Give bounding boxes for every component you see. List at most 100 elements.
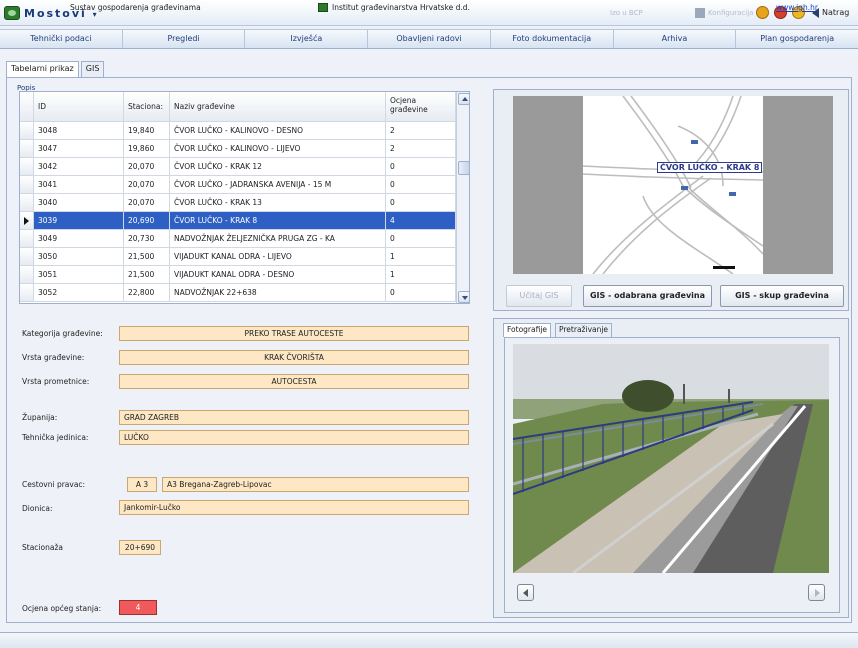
table-cell-stacionaza[interactable]: 22,800 xyxy=(124,284,170,302)
table-cell-id[interactable]: 3051 xyxy=(34,266,124,284)
table-cell-ocjena[interactable]: 1 xyxy=(386,248,456,266)
arrow-right-icon xyxy=(815,589,820,597)
tab-pretrazivanje[interactable]: Pretraživanje xyxy=(555,323,613,337)
tehnicka-jedinica-label: Tehnička jedinica: xyxy=(22,433,89,442)
table-cell-stacionaza[interactable]: 20,730 xyxy=(124,230,170,248)
scroll-up-button[interactable] xyxy=(458,93,469,105)
gis-skup-button[interactable]: GIS - skup građevina xyxy=(720,285,844,307)
table-cell-naziv[interactable]: ČVOR LUČKO - JADRANSKA AVENIJA - 15 M xyxy=(170,176,386,194)
row-selector[interactable] xyxy=(20,176,34,194)
row-selector[interactable] xyxy=(20,212,34,230)
table-cell-naziv[interactable]: ČVOR LUČKO - KRAK 8 xyxy=(170,212,386,230)
map-selected-label: ČVOR LUČKO - KRAK 8 xyxy=(657,162,763,173)
table-cell-id[interactable]: 3039 xyxy=(34,212,124,230)
tab-tabelarni-prikaz[interactable]: Tabelarni prikaz xyxy=(6,61,79,77)
table-cell-naziv[interactable]: ČVOR LUČKO - KALINOVO - LIJEVO xyxy=(170,140,386,158)
zupanija-label: Županija: xyxy=(22,413,58,422)
row-selector[interactable] xyxy=(20,248,34,266)
menu-plan-gospodarenja[interactable]: Plan gospodarenja xyxy=(736,30,858,48)
help-icon[interactable] xyxy=(756,6,769,19)
row-selector[interactable] xyxy=(20,194,34,212)
bridge-photo xyxy=(513,344,829,573)
table-cell-ocjena[interactable]: 2 xyxy=(386,122,456,140)
view-tabs: Tabelarni prikaz GIS xyxy=(6,61,106,77)
table-cell-naziv[interactable]: NADVOŽNJAK ŽELJEZNIČKA PRUGA ZG - KA xyxy=(170,230,386,248)
igh-website-link[interactable]: www.igh.hr xyxy=(776,3,818,12)
menu-arhiva[interactable]: Arhiva xyxy=(614,30,737,48)
row-selector[interactable] xyxy=(20,284,34,302)
column-header-ocjena[interactable]: Ocjena građevine xyxy=(386,92,456,122)
table-cell-ocjena[interactable]: 0 xyxy=(386,158,456,176)
table-cell-naziv[interactable]: NADVOŽNJAK 22+638 xyxy=(170,284,386,302)
configuration-button[interactable]: Konfiguracija xyxy=(708,9,753,17)
menu-obavljeni-radovi[interactable]: Obavljeni radovi xyxy=(368,30,491,48)
table-cell-ocjena[interactable]: 0 xyxy=(386,284,456,302)
table-cell-id[interactable]: 3042 xyxy=(34,158,124,176)
table-cell-id[interactable]: 3047 xyxy=(34,140,124,158)
column-header-naziv[interactable]: Naziv građevine xyxy=(170,92,386,122)
table-cell-naziv[interactable]: ČVOR LUČKO - KALINOVO - DESNO xyxy=(170,122,386,140)
table-cell-stacionaza[interactable]: 20,070 xyxy=(124,158,170,176)
table-cell-naziv[interactable]: ČVOR LUČKO - KRAK 13 xyxy=(170,194,386,212)
table-cell-naziv[interactable]: VIJADUKT KANAL ODRA - LIJEVO xyxy=(170,248,386,266)
back-button[interactable]: Natrag xyxy=(822,8,849,17)
row-selector[interactable] xyxy=(20,266,34,284)
menu-izvjesca[interactable]: Izvješća xyxy=(245,30,369,48)
table-cell-stacionaza[interactable]: 20,690 xyxy=(124,212,170,230)
previous-photo-button[interactable] xyxy=(517,584,534,601)
tab-gis[interactable]: GIS xyxy=(80,61,105,77)
table-cell-naziv[interactable]: VIJADUKT KANAL ODRA - DESNO xyxy=(170,266,386,284)
settings-icon xyxy=(695,8,705,18)
table-cell-id[interactable]: 3052 xyxy=(34,284,124,302)
cestovni-pravac-label: Cestovni pravac: xyxy=(22,480,86,489)
table-cell-stacionaza[interactable]: 19,860 xyxy=(124,140,170,158)
table-scrollbar[interactable] xyxy=(456,92,469,303)
vrsta-gradevine-label: Vrsta građevine: xyxy=(22,353,85,362)
scroll-down-button[interactable] xyxy=(458,291,469,303)
row-selector[interactable] xyxy=(20,230,34,248)
gis-odabrana-button[interactable]: GIS - odabrana građevina xyxy=(583,285,712,307)
table-cell-stacionaza[interactable]: 21,500 xyxy=(124,266,170,284)
vrsta-prometnice-field: AUTOCESTA xyxy=(119,374,469,389)
next-photo-button[interactable] xyxy=(808,584,825,601)
row-header-corner xyxy=(20,92,34,122)
column-header-stacionaza[interactable]: Staciona: xyxy=(124,92,170,122)
dionica-field: Jankomir-Lučko xyxy=(119,500,469,515)
row-selector[interactable] xyxy=(20,140,34,158)
table-cell-ocjena[interactable]: 0 xyxy=(386,230,456,248)
vrsta-gradevine-field: KRAK ČVORIŠTA xyxy=(119,350,469,365)
table-cell-stacionaza[interactable]: 20,070 xyxy=(124,176,170,194)
table-cell-id[interactable]: 3050 xyxy=(34,248,124,266)
kategorija-field: PREKO TRASE AUTOCESTE xyxy=(119,326,469,341)
gis-map[interactable]: ČVOR LUČKO - KRAK 8 xyxy=(582,95,764,275)
table-cell-id[interactable]: 3041 xyxy=(34,176,124,194)
table-cell-ocjena[interactable]: 1 xyxy=(386,266,456,284)
ucitaj-gis-button[interactable]: Učitaj GIS xyxy=(506,285,572,307)
current-row-indicator-icon xyxy=(24,217,29,225)
bridge-table: ID Staciona: Naziv građevine Ocjena građ… xyxy=(19,91,470,304)
menu-foto-dokumentacija[interactable]: Foto dokumentacija xyxy=(491,30,614,48)
table-cell-stacionaza[interactable]: 20,070 xyxy=(124,194,170,212)
table-cell-id[interactable]: 3040 xyxy=(34,194,124,212)
menu-tehnicki-podaci[interactable]: Tehnički podaci xyxy=(0,30,123,48)
row-selector[interactable] xyxy=(20,158,34,176)
table-cell-naziv[interactable]: ČVOR LUČKO - KRAK 12 xyxy=(170,158,386,176)
export-bcp-button[interactable]: Izo u BCP xyxy=(610,9,643,17)
row-selector[interactable] xyxy=(20,122,34,140)
table-cell-stacionaza[interactable]: 19,840 xyxy=(124,122,170,140)
cestovni-pravac-code-field: A 3 xyxy=(127,477,157,492)
scroll-thumb[interactable] xyxy=(458,161,469,175)
table-cell-ocjena[interactable]: 2 xyxy=(386,140,456,158)
vrsta-prometnice-label: Vrsta prometnice: xyxy=(22,377,90,386)
table-cell-id[interactable]: 3048 xyxy=(34,122,124,140)
table-cell-stacionaza[interactable]: 21,500 xyxy=(124,248,170,266)
table-cell-ocjena[interactable]: 4 xyxy=(386,212,456,230)
tab-fotografije[interactable]: Fotografije xyxy=(503,323,552,337)
chevron-up-icon xyxy=(462,97,468,101)
ocjena-badge: 4 xyxy=(119,600,157,615)
menu-pregledi[interactable]: Pregledi xyxy=(123,30,246,48)
table-cell-ocjena[interactable]: 0 xyxy=(386,176,456,194)
table-cell-ocjena[interactable]: 0 xyxy=(386,194,456,212)
table-cell-id[interactable]: 3049 xyxy=(34,230,124,248)
column-header-id[interactable]: ID xyxy=(34,92,124,122)
